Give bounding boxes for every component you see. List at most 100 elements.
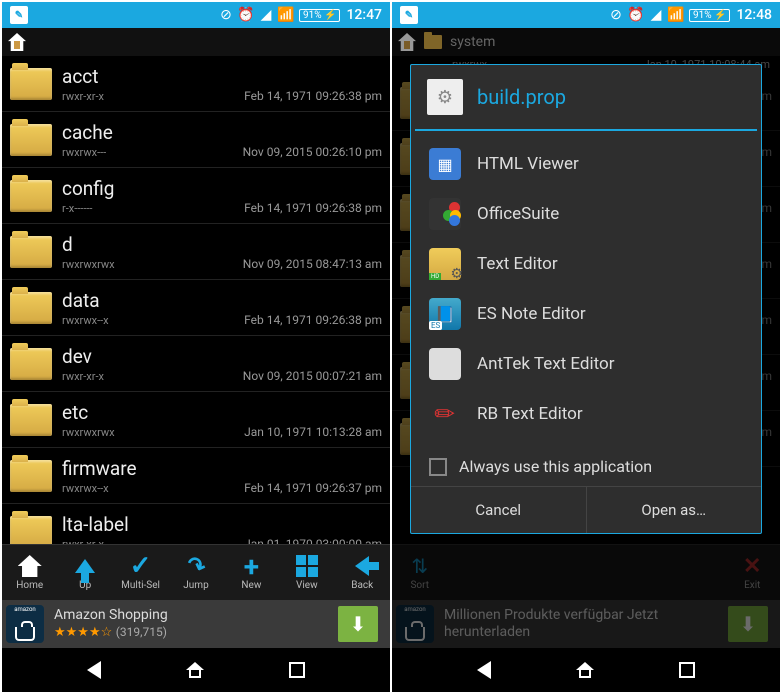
no-icon: ⊘ [219, 8, 233, 22]
dialog-buttons: Cancel Open as… [411, 486, 761, 533]
folder-icon [10, 516, 52, 545]
file-row[interactable]: cache rwxrwx--- Nov 09, 2015 00:26:10 pm [2, 112, 390, 168]
multi-select-button[interactable]: ✓Multi-Sel [113, 545, 168, 600]
file-date: Feb 14, 1971 09:26:38 pm [244, 313, 382, 327]
file-row[interactable]: acct rwxr-xr-x Feb 14, 1971 09:26:38 pm [2, 56, 390, 112]
app-name: AntTek Text Editor [477, 354, 615, 374]
no-icon: ⊘ [609, 8, 623, 22]
folder-icon [10, 460, 52, 492]
ad-banner[interactable]: Amazon Shopping ★★★★☆ (319,715) ⬇ [2, 600, 390, 648]
nav-recent-button[interactable] [679, 662, 695, 678]
app-list: ▦ HTML Viewer OfficeSuite Text Editor 📘 E… [411, 131, 761, 447]
home-button[interactable]: Home [2, 545, 57, 600]
file-row[interactable]: etc rwxrwxrwx Jan 10, 1971 10:13:28 am [2, 392, 390, 448]
file-date: Feb 14, 1971 09:26:38 pm [244, 201, 382, 215]
app-option[interactable]: OfficeSuite [411, 189, 761, 239]
status-bar: ✎ ⊘ ⏰ ◢ 📶 91% ⚡ 12:48 [392, 2, 780, 28]
app-name: Text Editor [477, 254, 558, 274]
wifi-icon: ◢ [649, 8, 663, 22]
clock-text: 12:47 [346, 7, 382, 23]
file-date: Feb 14, 1971 09:26:37 pm [244, 481, 382, 495]
app-icon [429, 348, 461, 380]
clock-text: 12:48 [736, 7, 772, 23]
phone-left: ✎ ⊘ ⏰ ◢ 📶 91% ⚡ 12:47 acct rwxr-xr-x Feb… [2, 2, 390, 692]
battery-icon: 91% ⚡ [299, 9, 341, 22]
file-row[interactable]: lta-label rwxr-xr-x Jan 01, 1970 03:00:0… [2, 504, 390, 544]
file-date: Feb 14, 1971 09:26:38 pm [244, 89, 382, 103]
folder-icon [10, 124, 52, 156]
nav-home-button[interactable] [186, 662, 204, 678]
app-option[interactable]: ✎ RB Text Editor [411, 389, 761, 439]
app-name: ES Note Editor [477, 304, 586, 324]
nav-back-button[interactable] [477, 661, 491, 679]
app-icon: ✎ [422, 391, 467, 436]
android-nav-bar [2, 648, 390, 692]
open-with-dialog: ⚙ build.prop ▦ HTML Viewer OfficeSuite T… [410, 64, 762, 534]
battery-icon: 91% ⚡ [689, 9, 731, 22]
ad-text: Amazon Shopping ★★★★☆ (319,715) [54, 607, 328, 641]
always-use-row[interactable]: Always use this application [411, 447, 761, 486]
cancel-button[interactable]: Cancel [411, 487, 587, 533]
file-row[interactable]: config r-x------ Feb 14, 1971 09:26:38 p… [2, 168, 390, 224]
checkbox[interactable] [429, 458, 447, 476]
app-option[interactable]: Text Editor [411, 239, 761, 289]
file-name: data [62, 289, 382, 312]
dialog-title: build.prop [477, 85, 566, 109]
file-name: acct [62, 65, 382, 88]
star-icon: ★★★★☆ [54, 625, 112, 640]
jump-button[interactable]: ↶Jump [168, 545, 223, 600]
up-button[interactable]: Up [57, 545, 112, 600]
signal-icon: 📶 [669, 8, 683, 22]
nav-back-button[interactable] [87, 661, 101, 679]
file-row[interactable]: data rwxrwx--x Feb 14, 1971 09:26:38 pm [2, 280, 390, 336]
file-name: dev [62, 345, 382, 368]
file-date: Nov 09, 2015 08:47:13 am [243, 257, 382, 271]
alarm-icon: ⏰ [239, 8, 253, 22]
download-button[interactable]: ⬇ [338, 606, 378, 642]
app-option[interactable]: 📘 ES Note Editor [411, 289, 761, 339]
file-name: cache [62, 121, 382, 144]
nav-home-button[interactable] [576, 662, 594, 678]
folder-icon [10, 236, 52, 268]
app-icon [429, 198, 461, 230]
folder-icon [10, 348, 52, 380]
dialog-overlay: ⚙ build.prop ▦ HTML Viewer OfficeSuite T… [402, 56, 770, 596]
home-icon[interactable] [8, 33, 26, 51]
phone-right: ✎ ⊘ ⏰ ◢ 📶 91% ⚡ 12:48 system rwxrwx---Ja… [392, 2, 780, 692]
notepad-icon: ✎ [10, 6, 28, 24]
app-name: RB Text Editor [477, 404, 583, 424]
open-as-button[interactable]: Open as… [587, 487, 762, 533]
app-option[interactable]: ▦ HTML Viewer [411, 139, 761, 189]
new-button[interactable]: +New [224, 545, 279, 600]
view-button[interactable]: View [279, 545, 334, 600]
file-row[interactable]: dev rwxr-xr-x Nov 09, 2015 00:07:21 am [2, 336, 390, 392]
notepad-icon: ✎ [400, 6, 418, 24]
status-bar: ✎ ⊘ ⏰ ◢ 📶 91% ⚡ 12:47 [2, 2, 390, 28]
file-name: firmware [62, 457, 382, 480]
back-button[interactable]: Back [335, 545, 390, 600]
file-date: Nov 09, 2015 00:26:10 pm [243, 145, 382, 159]
file-row[interactable]: firmware rwxrwx--x Feb 14, 1971 09:26:37… [2, 448, 390, 504]
folder-icon [10, 180, 52, 212]
folder-icon [10, 68, 52, 100]
file-name: etc [62, 401, 382, 424]
app-icon: ▦ [429, 148, 461, 180]
file-name: config [62, 177, 382, 200]
app-name: HTML Viewer [477, 154, 579, 174]
bottom-toolbar: Home Up ✓Multi-Sel ↶Jump +New View Back [2, 544, 390, 600]
folder-icon [10, 292, 52, 324]
android-nav-bar [392, 648, 780, 692]
file-row[interactable]: d rwxrwxrwx Nov 09, 2015 08:47:13 am [2, 224, 390, 280]
path-bar[interactable] [2, 28, 390, 56]
app-option[interactable]: AntTek Text Editor [411, 339, 761, 389]
file-name: lta-label [62, 513, 382, 536]
file-date: Jan 01, 1970 03:00:00 am [244, 537, 382, 545]
ad-app-icon [6, 605, 44, 643]
file-date: Jan 10, 1971 10:13:28 am [244, 425, 382, 439]
app-icon: 📘 [429, 298, 461, 330]
nav-recent-button[interactable] [289, 662, 305, 678]
signal-icon: 📶 [279, 8, 293, 22]
wifi-icon: ◢ [259, 8, 273, 22]
file-list[interactable]: acct rwxr-xr-x Feb 14, 1971 09:26:38 pm … [2, 56, 390, 544]
file-date: Nov 09, 2015 00:07:21 am [243, 369, 382, 383]
